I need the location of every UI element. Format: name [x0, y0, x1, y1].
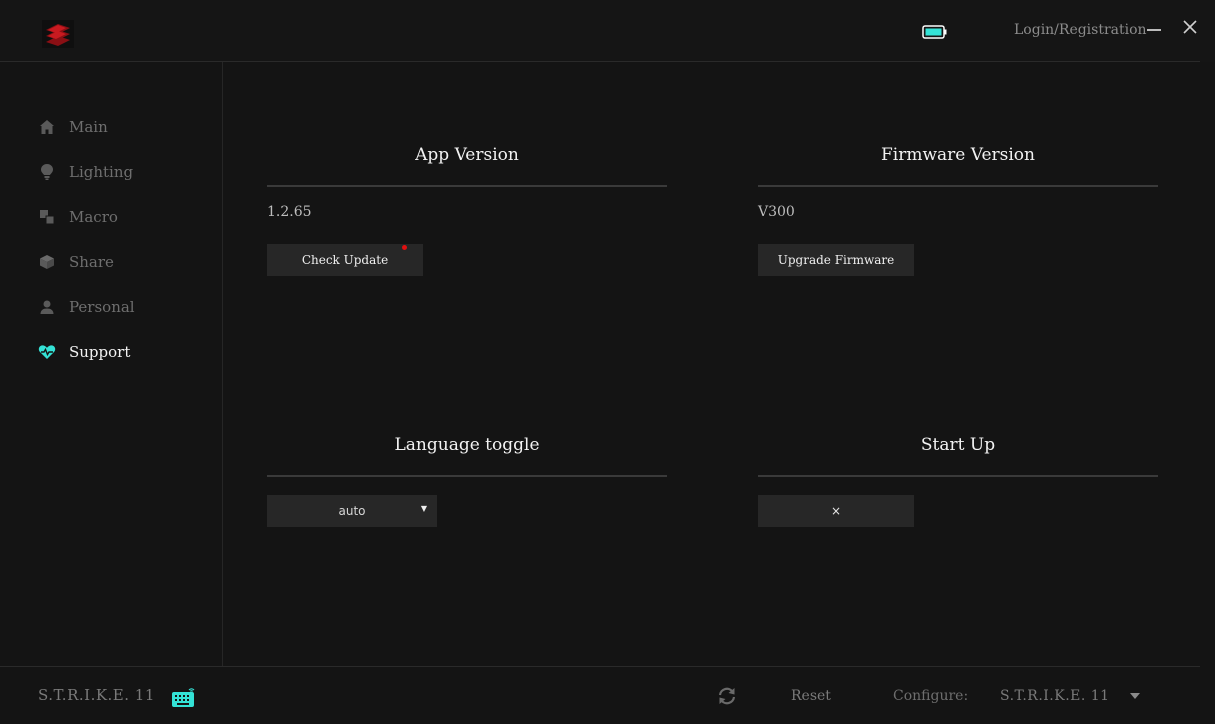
sidebar-item-share[interactable]: Share [38, 250, 114, 274]
bulb-icon [38, 163, 56, 181]
configure-select[interactable]: S.T.R.I.K.E. 11 [1000, 688, 1110, 704]
startup-toggle-value: × [830, 504, 842, 518]
dropdown-arrow-icon: ▼ [420, 504, 427, 513]
sidebar-item-macro[interactable]: Macro [38, 205, 118, 229]
startup-divider [758, 475, 1158, 477]
firmware-version-divider [758, 185, 1158, 187]
footer-divider [0, 666, 1200, 667]
startup-toggle[interactable]: × [758, 495, 914, 527]
upgrade-firmware-label: Upgrade Firmware [777, 253, 895, 267]
update-available-badge [402, 245, 407, 250]
firmware-version-title: Firmware Version [880, 145, 1035, 165]
keyboard-icon[interactable] [171, 686, 195, 708]
language-selected-value: auto [338, 504, 366, 518]
device-name: S.T.R.I.K.E. 11 [38, 686, 155, 704]
check-update-label: Check Update [301, 253, 389, 267]
configure-label: Configure: [893, 688, 969, 704]
language-select[interactable]: auto ▼ [267, 495, 437, 527]
chevron-down-icon[interactable] [1130, 693, 1140, 699]
person-icon [38, 298, 56, 316]
sidebar-item-lighting[interactable]: Lighting [38, 160, 133, 184]
refresh-icon[interactable] [717, 687, 737, 705]
check-update-button[interactable]: Check Update [267, 244, 423, 276]
sidebar-item-label: Macro [69, 208, 118, 226]
app-version-divider [267, 185, 667, 187]
firmware-version-value: V300 [758, 204, 795, 220]
cube-icon [38, 253, 56, 271]
title-bar: Login/Registration [0, 0, 1215, 62]
sidebar-item-label: Support [69, 343, 131, 361]
app-version-title: App Version [415, 145, 519, 165]
sidebar: Main Lighting Macro Share Personal Suppo… [0, 62, 223, 666]
language-toggle-title: Language toggle [394, 435, 540, 455]
upgrade-firmware-button[interactable]: Upgrade Firmware [758, 244, 914, 276]
language-toggle-divider [267, 475, 667, 477]
macro-icon [38, 208, 56, 226]
close-button[interactable] [1181, 18, 1199, 36]
minimize-button[interactable] [1147, 29, 1161, 31]
sidebar-item-label: Main [69, 118, 108, 136]
sidebar-item-label: Share [69, 253, 114, 271]
home-icon [38, 118, 56, 136]
heart-pulse-icon [38, 343, 56, 361]
sidebar-item-main[interactable]: Main [38, 115, 108, 139]
close-icon [1183, 20, 1197, 34]
reset-button[interactable]: Reset [791, 688, 831, 704]
app-version-value: 1.2.65 [267, 204, 312, 220]
brand-logo [42, 20, 74, 48]
sidebar-item-support[interactable]: Support [38, 340, 130, 364]
sidebar-item-label: Lighting [69, 163, 134, 181]
battery-icon [922, 24, 948, 40]
login-registration-link[interactable]: Login/Registration [1014, 22, 1147, 38]
sidebar-item-label: Personal [69, 298, 135, 316]
sidebar-item-personal[interactable]: Personal [38, 295, 135, 319]
startup-title: Start Up [920, 435, 996, 455]
